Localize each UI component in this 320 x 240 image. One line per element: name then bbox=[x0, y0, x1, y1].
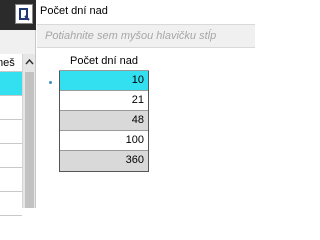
scroll-up-icon bbox=[24, 56, 34, 68]
left-table-row[interactable] bbox=[0, 144, 22, 168]
grid-body: 10 21 48 100 360 bbox=[59, 71, 149, 172]
scroll-thumb[interactable] bbox=[25, 72, 34, 208]
left-toolbar bbox=[0, 0, 36, 30]
left-rows bbox=[0, 72, 22, 216]
left-table-row[interactable] bbox=[0, 168, 22, 192]
left-table-row[interactable] bbox=[0, 192, 22, 216]
table-row[interactable]: 100 bbox=[60, 131, 148, 151]
left-table-row[interactable] bbox=[0, 72, 22, 96]
main-grid-pane: Počet dní nad Potiahnite sem myšou hlavi… bbox=[37, 0, 255, 208]
query-icon bbox=[18, 7, 30, 21]
table-row[interactable]: 21 bbox=[60, 91, 148, 111]
table-row[interactable]: 48 bbox=[60, 111, 148, 131]
left-grid-pane: meš bbox=[0, 0, 36, 216]
scroll-up-button[interactable] bbox=[23, 54, 35, 70]
column-header-pocet-dni-nad[interactable]: Počet dní nad bbox=[59, 53, 149, 71]
left-table-row[interactable] bbox=[0, 96, 22, 120]
pane-title-bar: Počet dní nad bbox=[37, 0, 255, 24]
group-by-panel[interactable]: Potiahnite sem myšou hlavičku stĺp bbox=[37, 24, 255, 48]
left-vertical-scrollbar[interactable] bbox=[22, 54, 35, 208]
table-row[interactable]: 360 bbox=[60, 151, 148, 171]
left-table-row[interactable] bbox=[0, 120, 22, 144]
pane-title: Počet dní nad bbox=[40, 5, 108, 17]
table-row[interactable]: 10 bbox=[60, 71, 148, 91]
data-grid: Počet dní nad 10 21 48 100 360 bbox=[59, 53, 149, 172]
query-button[interactable] bbox=[15, 4, 33, 24]
row-indicator-icon bbox=[49, 81, 52, 84]
group-by-placeholder: Potiahnite sem myšou hlavičku stĺp bbox=[45, 30, 217, 42]
left-column-header[interactable]: meš bbox=[0, 54, 22, 72]
